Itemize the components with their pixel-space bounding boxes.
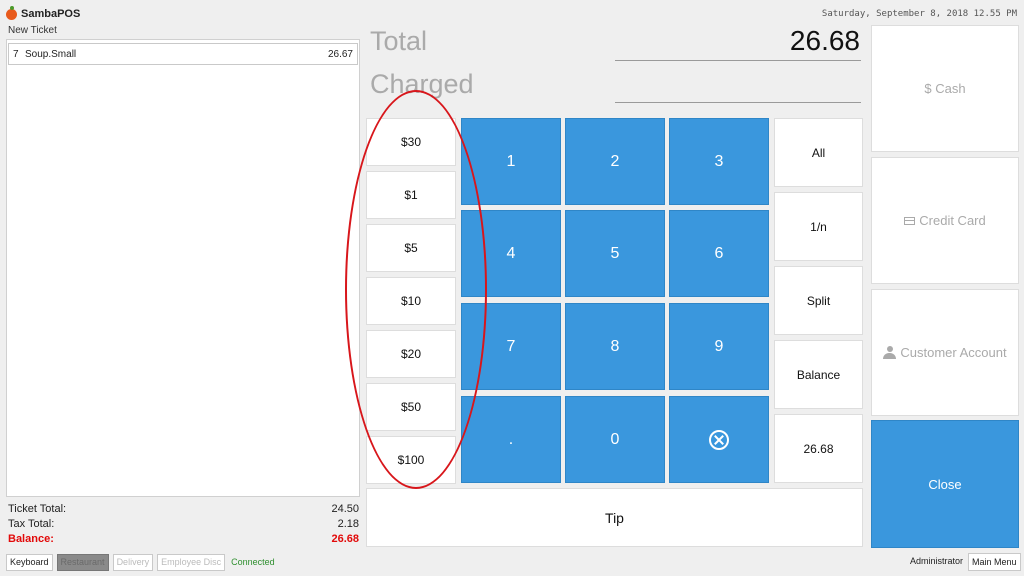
credit-card-icon (904, 216, 916, 225)
cash-label: $ Cash (924, 81, 966, 96)
credit-card-label: Credit Card (919, 213, 986, 228)
delivery-button[interactable]: Delivery (112, 553, 154, 571)
customer-account-label: Customer Account (900, 345, 1007, 360)
quick-amount-5[interactable]: $5 (366, 224, 456, 272)
bottom-bar: Keyboard Restaurant Delivery Employee Di… (6, 553, 275, 571)
charged-input[interactable] (615, 102, 861, 103)
restaurant-button[interactable]: Restaurant (56, 553, 109, 571)
numpad-clear-button[interactable] (669, 396, 769, 483)
total-value: 26.68 (789, 25, 860, 56)
numpad-key-3[interactable]: 3 (669, 118, 769, 205)
numpad-key-9[interactable]: 9 (669, 303, 769, 390)
divide-n-button[interactable]: 1/n (774, 192, 863, 261)
order-qty: 7 (13, 48, 19, 60)
quick-amount-50[interactable]: $50 (366, 383, 456, 431)
ticket-total-value: 24.50 (331, 503, 359, 515)
balance-row: Balance: 26.68 (8, 533, 359, 545)
tip-button[interactable]: Tip (366, 488, 863, 547)
user-name: Administrator (910, 556, 964, 566)
user-icon (883, 346, 897, 359)
tax-total-value: 2.18 (337, 518, 359, 530)
cancel-icon (709, 429, 729, 450)
ticket-name: New Ticket (8, 25, 57, 36)
ticket-total-row: Ticket Total: 24.50 (8, 503, 359, 515)
all-button[interactable]: All (774, 118, 863, 187)
split-button[interactable]: Split (774, 266, 863, 335)
balance-label: Balance: (8, 533, 54, 545)
customer-account-button[interactable]: Customer Account (871, 289, 1019, 416)
credit-card-button[interactable]: Credit Card (871, 157, 1019, 284)
employee-disc-button[interactable]: Employee Disc (157, 553, 226, 571)
quick-amount-30[interactable]: $30 (366, 118, 456, 166)
tax-total-label: Tax Total: (8, 518, 55, 530)
tax-total-row: Tax Total: 2.18 (8, 518, 359, 530)
app-name: SambaPOS (21, 8, 81, 20)
quick-amount-1[interactable]: $1 (366, 171, 456, 219)
amount-button[interactable]: 26.68 (774, 414, 863, 483)
numpad-key-8[interactable]: 8 (565, 303, 665, 390)
numpad-key-6[interactable]: 6 (669, 210, 769, 297)
numpad-key-7[interactable]: 7 (461, 303, 561, 390)
quick-amount-10[interactable]: $10 (366, 277, 456, 325)
numpad-key-0[interactable]: 0 (565, 396, 665, 483)
balance-button[interactable]: Balance (774, 340, 863, 409)
total-label: Total (370, 26, 428, 56)
keyboard-button[interactable]: Keyboard (6, 553, 53, 571)
datetime-display: Saturday, September 8, 2018 12.55 PM (821, 9, 1017, 19)
quick-amount-100[interactable]: $100 (366, 436, 456, 484)
close-button[interactable]: Close (871, 420, 1019, 548)
app-logo: SambaPOS (6, 5, 81, 22)
main-menu-button[interactable]: Main Menu (968, 553, 1021, 571)
cash-button[interactable]: $ Cash (871, 25, 1019, 152)
quick-amount-20[interactable]: $20 (366, 330, 456, 378)
total-underline (615, 60, 861, 61)
balance-value: 26.68 (331, 533, 359, 545)
numpad-key-1[interactable]: 1 (461, 118, 561, 205)
numpad-key-dot[interactable]: . (461, 396, 561, 483)
numpad-key-4[interactable]: 4 (461, 210, 561, 297)
numpad-key-2[interactable]: 2 (565, 118, 665, 205)
connection-status: Connected (231, 557, 275, 567)
order-price: 26.67 (327, 48, 353, 60)
ticket-orders-panel[interactable]: 7 Soup.Small 26.67 (6, 39, 360, 497)
order-name: Soup.Small (25, 48, 77, 60)
charged-label: Charged (370, 69, 474, 99)
order-row[interactable]: 7 Soup.Small 26.67 (8, 43, 358, 65)
sambapos-logo-icon (6, 5, 17, 20)
numpad-key-5[interactable]: 5 (565, 210, 665, 297)
ticket-total-label: Ticket Total: (8, 503, 67, 515)
